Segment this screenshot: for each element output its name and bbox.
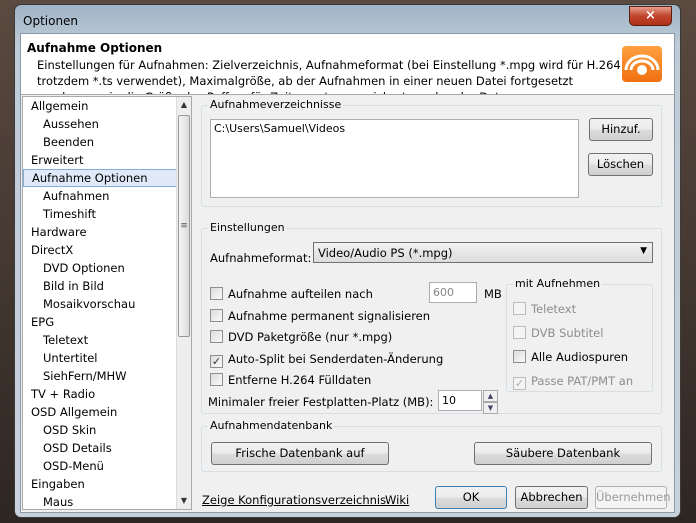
sidebar-item[interactable]: Timeshift: [23, 205, 191, 223]
config-dir-link[interactable]: Zeige Konfigurationsverzeichnis: [202, 493, 386, 507]
checkbox-icon: [210, 287, 223, 300]
settings-legend: Einstellungen: [208, 221, 287, 234]
sidebar-item[interactable]: OSD Skin: [23, 421, 191, 439]
page-description: Einstellungen für Aufnahmen: Zielverzeic…: [37, 58, 621, 94]
sidebar-item[interactable]: Hardware: [23, 223, 191, 241]
recording-dirs-group: Aufnahmeverzeichnisse C:\Users\Samuel\Vi…: [201, 98, 662, 207]
sidebar-item[interactable]: Aussehen: [23, 115, 191, 133]
autosplit-checkbox[interactable]: ✓ Auto-Split bei Senderdaten-Änderung: [210, 352, 443, 368]
sidebar-item[interactable]: Teletext: [23, 331, 191, 349]
min-free-spinner[interactable]: ▲ ▼: [483, 390, 498, 414]
sidebar-item[interactable]: OSD-Menü: [23, 457, 191, 475]
with-recording-legend: mit Aufnehmen: [513, 277, 603, 290]
sidebar-item[interactable]: OSD Details: [23, 439, 191, 457]
sidebar-item[interactable]: Beenden: [23, 133, 191, 151]
spin-up-icon[interactable]: ▲: [483, 390, 498, 402]
scroll-down-icon[interactable]: ▼: [177, 493, 191, 509]
checkbox-icon: [210, 330, 223, 343]
all-audio-checkbox[interactable]: Alle Audiospuren: [513, 350, 628, 364]
checkbox-icon: [513, 326, 526, 339]
dvb-subtitle-checkbox[interactable]: DVB Subtitel: [513, 326, 603, 340]
category-tree[interactable]: Allgemein Aussehen Beenden Erweitert Aufnahm…: [22, 96, 192, 510]
checkbox-icon: [513, 350, 526, 363]
sidebar-item[interactable]: TV + Radio: [23, 385, 191, 403]
checkbox-icon: [210, 373, 223, 386]
format-select[interactable]: Video/Audio PS (*.mpg) ▼: [313, 242, 653, 263]
settings-group: Einstellungen Aufnahmeformat: Video/Audi…: [201, 221, 662, 414]
close-button[interactable]: ×: [629, 6, 672, 26]
sidebar-item[interactable]: Aufnahme Optionen: [23, 169, 191, 187]
sidebar-item[interactable]: Untertitel: [23, 349, 191, 367]
sidebar-item[interactable]: Erweitert: [23, 151, 191, 169]
recording-dirs-list[interactable]: C:\Users\Samuel\Videos: [210, 119, 579, 198]
chevron-down-icon: ▼: [640, 246, 647, 256]
app-logo-icon: [622, 46, 662, 82]
scroll-up-icon[interactable]: ▲: [177, 97, 191, 113]
sidebar-item[interactable]: EPG: [23, 313, 191, 331]
wiki-link[interactable]: Wiki: [385, 493, 409, 507]
sidebar-scrollbar[interactable]: ▲ ≡ ▼: [176, 97, 191, 509]
dvd-packet-checkbox[interactable]: DVD Paketgröße (nur *.mpg): [210, 330, 392, 344]
checkmark-icon: ✓: [210, 355, 223, 368]
client-area: Aufnahme Optionen Einstellungen für Aufn…: [20, 33, 675, 513]
checkmark-icon: ✓: [513, 377, 526, 390]
spin-down-icon[interactable]: ▼: [483, 402, 498, 414]
database-group: Aufnahmendatenbank Frische Datenbank auf…: [201, 419, 662, 472]
sidebar-item[interactable]: Allgemein: [23, 97, 191, 115]
sidebar-item[interactable]: Maus: [23, 493, 191, 509]
teletext-checkbox[interactable]: Teletext: [513, 302, 576, 316]
pat-pmt-checkbox[interactable]: ✓ Passe PAT/PMT an: [513, 374, 633, 390]
sidebar-item[interactable]: Aufnahmen: [23, 187, 191, 205]
page-title: Aufnahme Optionen: [27, 41, 163, 55]
fresh-database-button[interactable]: Frische Datenbank auf: [211, 442, 389, 465]
header: Aufnahme Optionen Einstellungen für Aufn…: [21, 34, 674, 95]
permanent-signal-checkbox[interactable]: Aufnahme permanent signalisieren: [210, 309, 430, 323]
split-unit: MB: [484, 287, 502, 301]
split-size-input[interactable]: 600: [429, 282, 477, 303]
min-free-input[interactable]: 10: [438, 390, 482, 411]
window-title: Optionen: [23, 14, 79, 28]
sidebar-item[interactable]: DirectX: [23, 241, 191, 259]
sidebar-item[interactable]: Eingaben: [23, 475, 191, 493]
cancel-button[interactable]: Abbrechen: [515, 486, 588, 509]
h264-filler-checkbox[interactable]: Entferne H.264 Fülldaten: [210, 373, 371, 387]
scroll-thumb[interactable]: ≡: [178, 115, 190, 337]
clean-database-button[interactable]: Säubere Datenbank: [474, 442, 652, 465]
recording-dirs-legend: Aufnahmeverzeichnisse: [208, 98, 344, 111]
delete-dir-button[interactable]: Löschen: [588, 153, 653, 176]
with-recording-group: mit Aufnehmen Teletext DVB Subtitel Alle…: [506, 277, 653, 392]
list-item[interactable]: C:\Users\Samuel\Videos: [214, 122, 575, 135]
options-window: Optionen × Aufnahme Optionen Einstellung…: [14, 4, 681, 518]
split-checkbox[interactable]: Aufnahme aufteilen nach: [210, 287, 373, 301]
database-legend: Aufnahmendatenbank: [208, 419, 335, 432]
ok-button[interactable]: OK: [435, 486, 507, 509]
sidebar-item[interactable]: DVD Optionen: [23, 259, 191, 277]
add-dir-button[interactable]: Hinzuf.: [589, 118, 653, 141]
sidebar-item[interactable]: Bild in Bild: [23, 277, 191, 295]
sidebar-item[interactable]: OSD Allgemein: [23, 403, 191, 421]
sidebar-item[interactable]: SiehFern/MHW: [23, 367, 191, 385]
checkbox-icon: [210, 309, 223, 322]
checkbox-icon: [513, 302, 526, 315]
format-label: Aufnahmeformat:: [210, 251, 312, 265]
min-free-label: Minimaler freier Festplatten-Platz (MB):: [208, 395, 434, 409]
apply-button[interactable]: Übernehmen: [595, 486, 671, 509]
format-select-value: Video/Audio PS (*.mpg): [318, 246, 453, 260]
sidebar-item[interactable]: Mosaikvorschau: [23, 295, 191, 313]
